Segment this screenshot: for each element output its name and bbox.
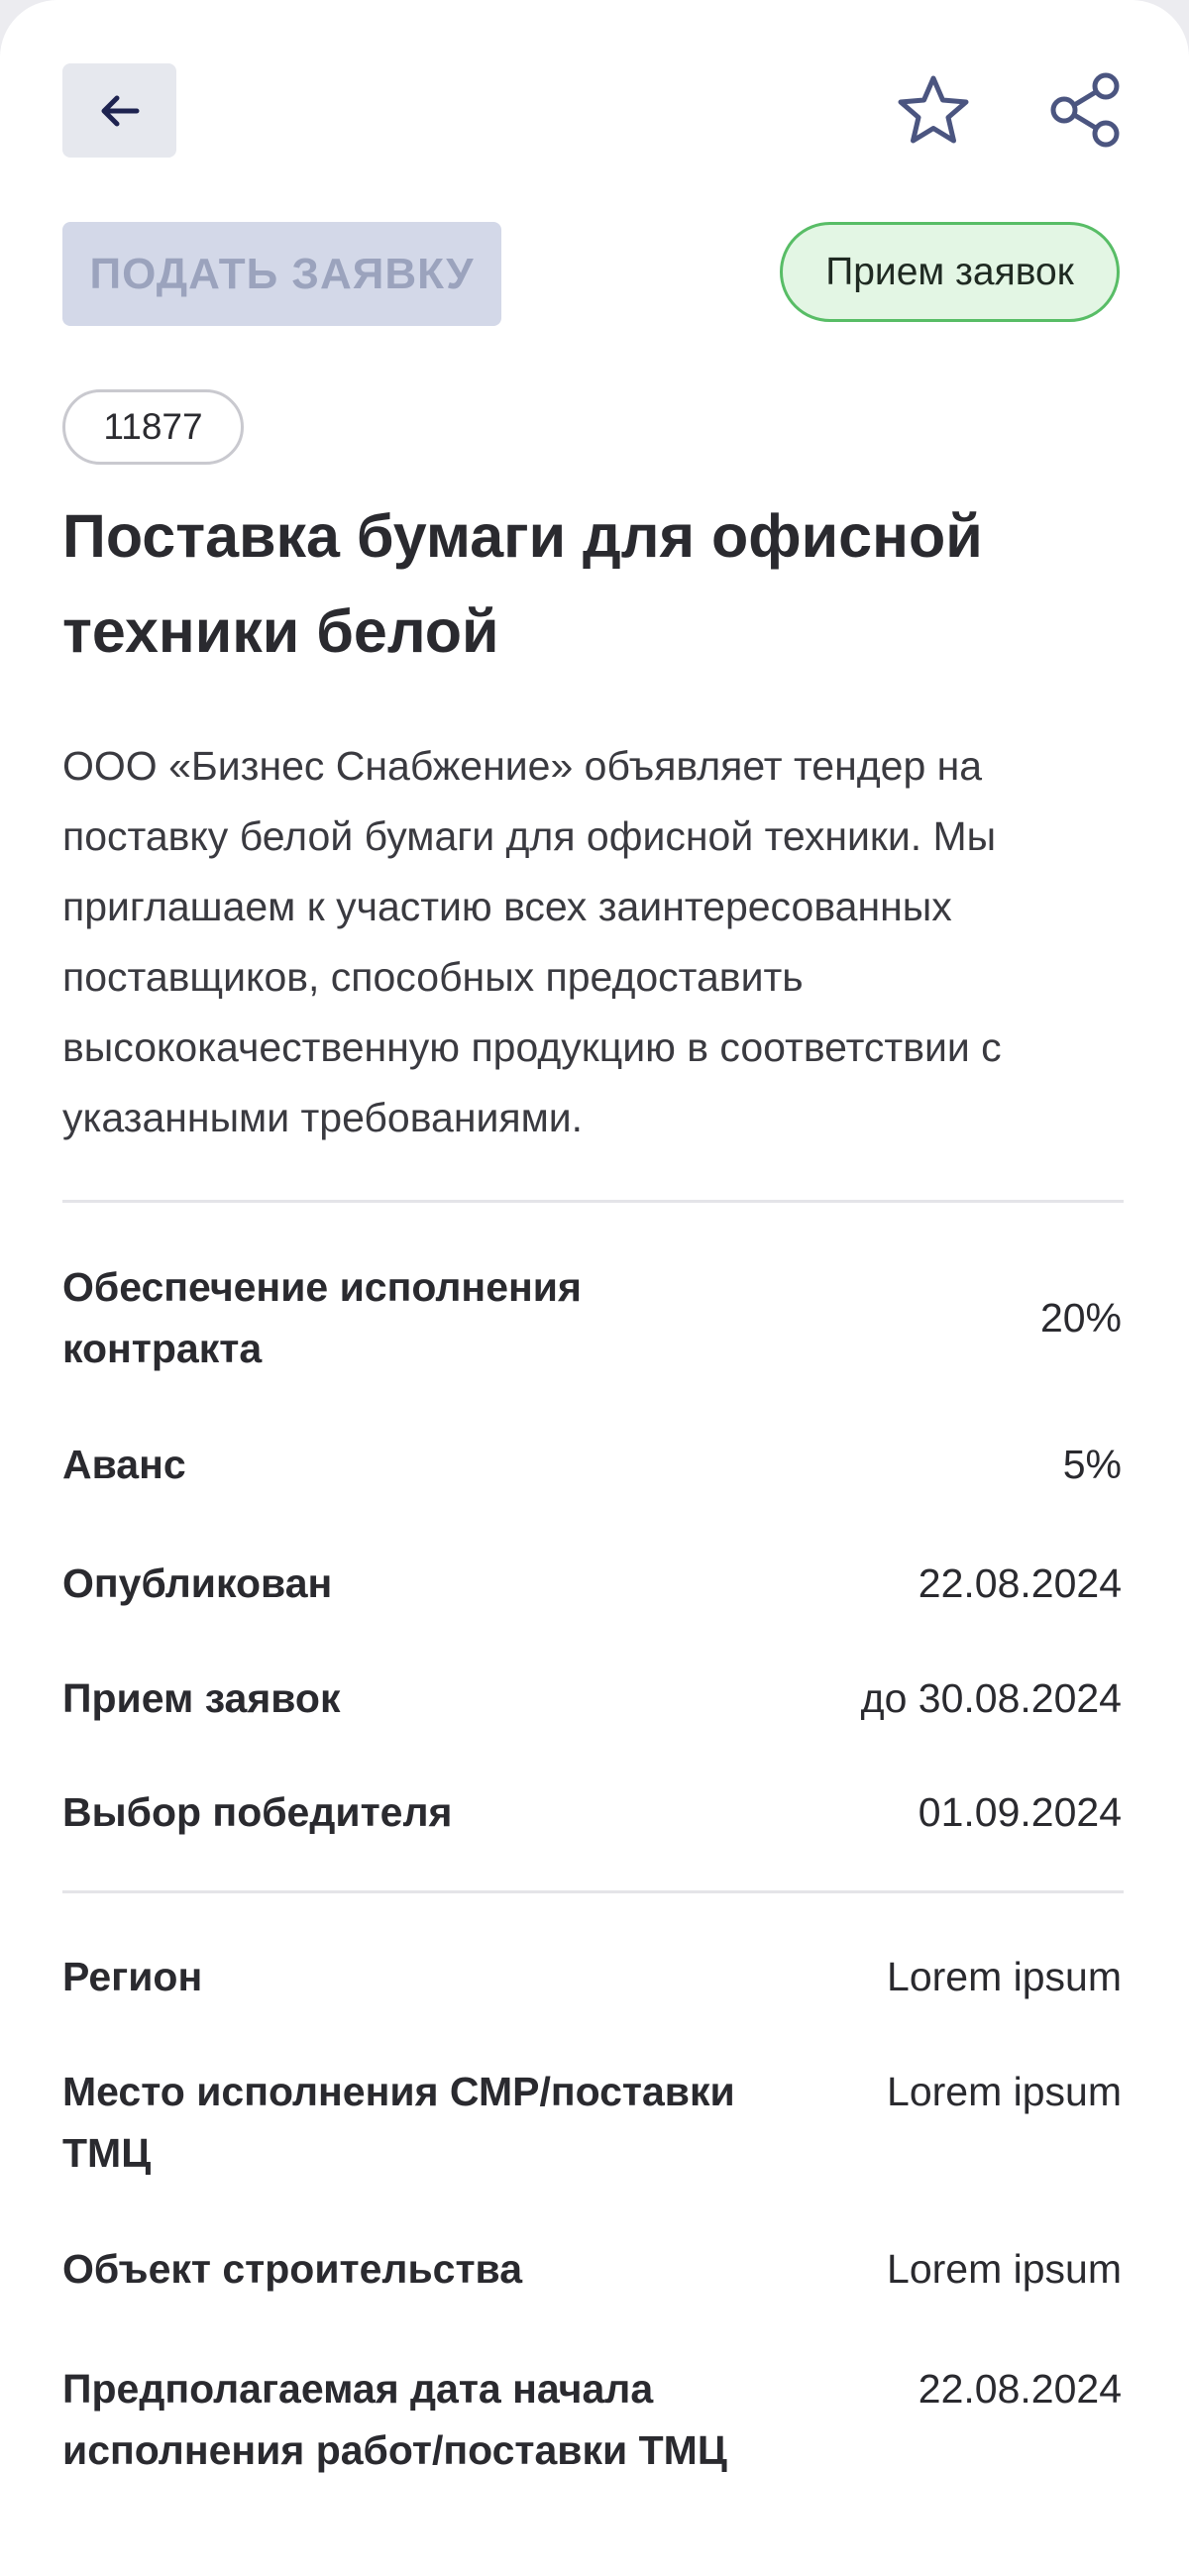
term-label-advance: Аванс [62, 1442, 186, 1487]
arrow-left-icon [100, 94, 140, 128]
term-value-published: 22.08.2024 [918, 1560, 1122, 1606]
share-button[interactable] [1041, 65, 1131, 155]
detail-label-delivery-place: Место исполнения СМР/поставки ТМЦ [62, 2069, 735, 2176]
detail-label-region: Регион [62, 1954, 203, 1999]
detail-label-construction-object: Объект строительства [62, 2246, 523, 2292]
status-badge: Прием заявок [780, 222, 1120, 322]
star-icon [896, 74, 971, 146]
share-icon [1048, 72, 1124, 148]
tender-description: ООО «Бизнес Снабжение» объявляет тендер … [62, 743, 1002, 1140]
term-label-contract-security: Обеспечение исполнения контракта [62, 1264, 582, 1371]
page-title: Поставка бумаги для офисной техники бело… [62, 502, 983, 665]
term-value-applications: до 30.08.2024 [860, 1675, 1122, 1721]
term-value-contract-security: 20% [1039, 1295, 1122, 1341]
term-value-advance: 5% [1062, 1442, 1122, 1487]
tender-card: ПОДАТЬ ЗАЯВКУ Прием заявок 11877 Поставк… [0, 0, 1189, 2576]
divider [62, 1890, 1124, 1893]
detail-value-delivery-place: Lorem ipsum [887, 2069, 1122, 2114]
apply-button[interactable]: ПОДАТЬ ЗАЯВКУ [62, 222, 501, 326]
detail-label-start-date: Предполагаемая дата начала исполнения ра… [62, 2366, 727, 2473]
favorite-button[interactable] [889, 65, 978, 155]
back-button[interactable] [62, 63, 176, 158]
tender-id-chip: 11877 [62, 389, 244, 465]
detail-value-start-date: 22.08.2024 [918, 2366, 1122, 2412]
term-label-winner-selection: Выбор победителя [62, 1789, 453, 1835]
term-label-applications: Прием заявок [62, 1675, 341, 1721]
term-value-winner-selection: 01.09.2024 [918, 1789, 1122, 1835]
term-label-published: Опубликован [62, 1560, 333, 1606]
detail-value-construction-object: Lorem ipsum [887, 2246, 1122, 2292]
divider [62, 1200, 1124, 1203]
detail-value-region: Lorem ipsum [887, 1954, 1122, 1999]
